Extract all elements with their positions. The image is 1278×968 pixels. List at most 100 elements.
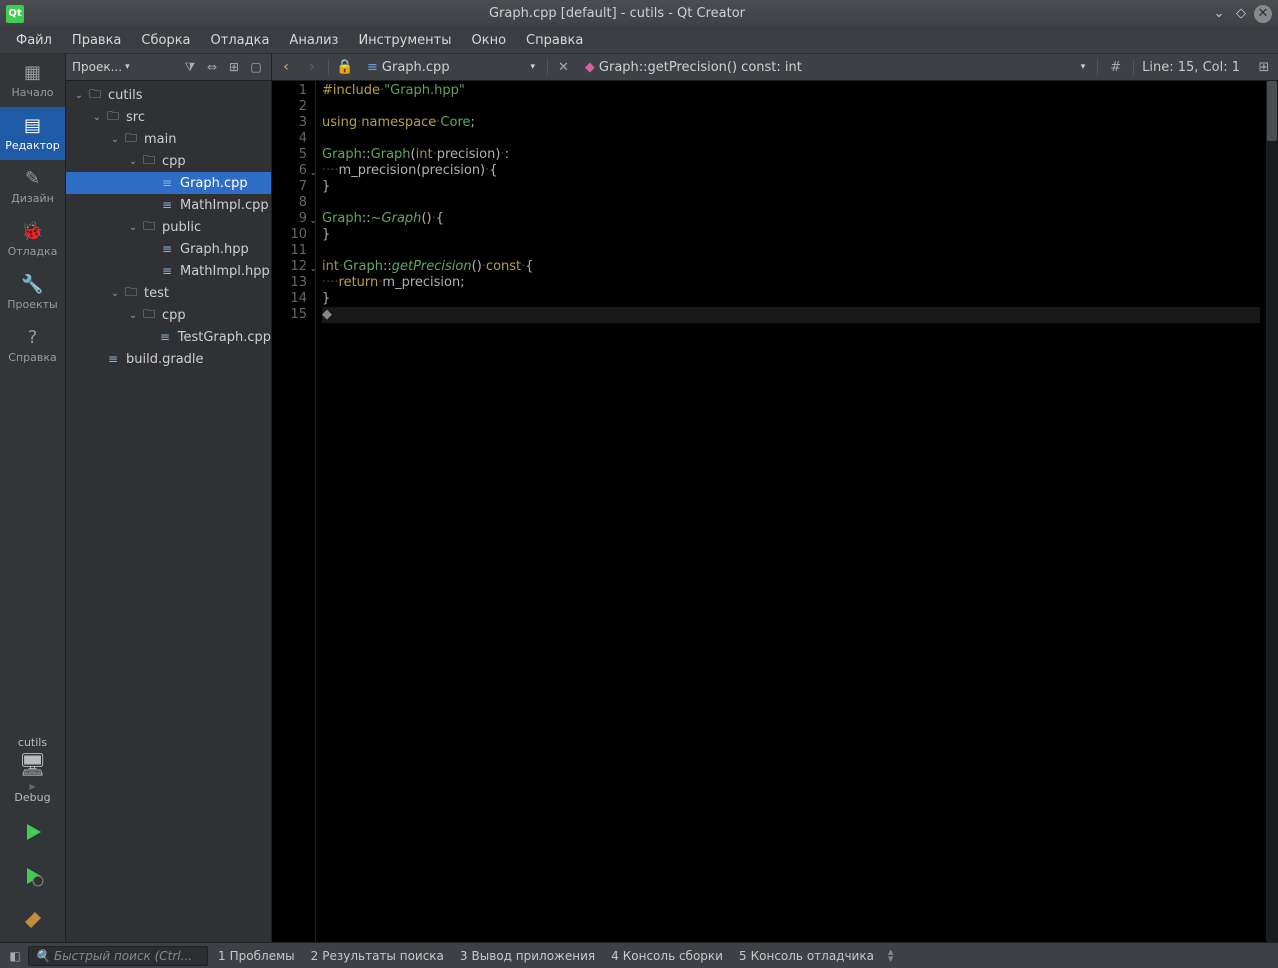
sidebar-view-selector[interactable]: Проек... ▾ [72,60,177,74]
lock-button[interactable]: 🔒 [335,59,355,75]
expand-arrow-icon[interactable]: ⌄ [108,134,122,145]
folder-icon: 🗀 [140,217,158,238]
tree-file[interactable]: ≡ TestGraph.cpp [66,326,271,348]
editor-toolbar: ‹ › 🔒 ≡ Graph.cpp ▾ ✕ ◆ Graph::getPrecis… [272,54,1278,81]
run-button[interactable] [0,810,65,854]
mode-label: Дизайн [11,192,54,205]
file-name: Graph.cpp [382,60,450,75]
tree-label: MathImpl.cpp [180,198,269,213]
tree-folder[interactable]: ⌄🗀 public [66,216,271,238]
chevron-down-icon: ▾ [1081,62,1086,72]
menu-analyze[interactable]: Анализ [279,29,348,52]
nav-forward-button[interactable]: › [302,59,322,75]
locator-placeholder: Быстрый поиск (Ctrl... [54,949,192,963]
expand-arrow-icon[interactable]: ⌄ [126,310,140,321]
tree-file[interactable]: ≡Graph.cpp [66,172,271,194]
tree-file[interactable]: ≡build.gradle [66,348,271,370]
output-pane-tab[interactable]: 2Результаты поиска [303,949,452,963]
tree-label: cpp [162,308,186,323]
expand-arrow-icon[interactable]: ⌄ [108,288,122,299]
menu-tools[interactable]: Инструменты [348,29,461,52]
output-pane-tab[interactable]: 4Консоль сборки [603,949,731,963]
file-icon: ≡ [156,330,174,344]
maximize-button[interactable]: ◇ [1232,5,1250,23]
link-button[interactable]: ⇔ [203,58,221,76]
titlebar: Qt Graph.cpp [default] - cutils - Qt Cre… [0,0,1278,27]
expand-arrow-icon[interactable]: ⌄ [72,90,86,101]
output-pane-tab[interactable]: 5Консоль отладчика [731,949,882,963]
mode-projects[interactable]: 🔧 Проекты [0,266,65,319]
tree-file[interactable]: ≡MathImpl.hpp [66,260,271,282]
tree-folder[interactable]: ⌄🗀test [66,282,271,304]
locator-input[interactable]: 🔍 Быстрый поиск (Ctrl... [28,946,208,966]
split-sidebar-button[interactable]: ⊞ [225,58,243,76]
project-tree[interactable]: ⌄🗀cutils⌄🗀src⌄🗀main⌄🗀cpp≡Graph.cpp≡MathI… [66,81,271,942]
tree-folder[interactable]: ⌄🗀src [66,106,271,128]
link-icon: ⇔ [207,60,217,74]
tree-label: Graph.cpp [180,176,248,191]
symbol-selector[interactable]: ◆ Graph::getPrecision() const: int ▾ [579,58,1091,77]
line-gutter[interactable]: 123456⌄789⌄101112⌄131415 [272,81,316,942]
kit-selector[interactable]: cutils 🖥 ▶ Debug [0,730,65,810]
tree-folder[interactable]: ⌄🗀 cpp [66,304,271,326]
build-button[interactable] [0,898,65,942]
output-pane-tab[interactable]: 3Вывод приложения [452,949,603,963]
grid-icon: ▦ [24,62,41,83]
line-col-indicator[interactable]: Line: 15, Col: 1 [1133,60,1248,75]
menu-debug[interactable]: Отладка [201,29,280,52]
folder-icon: 🗀 [140,305,158,326]
expand-arrow-icon[interactable]: ⌄ [126,222,140,233]
pane-nav[interactable]: ▲▼ [884,949,897,963]
tree-folder[interactable]: ⌄🗀main [66,128,271,150]
tree-label: cutils [108,88,142,103]
menu-build[interactable]: Сборка [131,29,200,52]
sidebar: Проек... ▾ ⧩ ⇔ ⊞ ▢ ⌄🗀cutils⌄🗀src⌄🗀main⌄🗀… [66,54,272,942]
code-content[interactable]: #include·"Graph.hpp"using·namespace·Core… [316,81,1266,942]
output-pane-tab[interactable]: 1Проблемы [210,949,303,963]
tree-label: TestGraph.cpp [178,330,271,345]
mode-design[interactable]: ✎ Дизайн [0,160,65,213]
minimize-button[interactable]: ⌄ [1210,5,1228,23]
file-selector[interactable]: ≡ Graph.cpp ▾ [361,58,541,77]
tree-folder[interactable]: ⌄🗀 cpp [66,150,271,172]
file-lines-icon: ≡ [367,60,378,75]
help-icon: ? [28,327,38,348]
kit-config: Debug [14,791,50,804]
expand-arrow-icon[interactable]: ⌄ [126,156,140,167]
vertical-scrollbar[interactable] [1266,81,1278,942]
editor-icon: ▤ [24,115,41,136]
split-editor-button[interactable]: ⊞ [1254,60,1274,75]
mode-debug[interactable]: 🐞 Отладка [0,213,65,266]
menu-window[interactable]: Окно [461,29,516,52]
scrollbar-thumb[interactable] [1267,81,1277,141]
menu-help[interactable]: Справка [516,29,593,52]
sidebar-icon: ◧ [9,949,20,963]
folder-icon: 🗀 [122,129,140,150]
close-file-button[interactable]: ✕ [554,60,573,75]
mode-editor[interactable]: ▤ Редактор [0,107,65,160]
mode-welcome[interactable]: ▦ Начало [0,54,65,107]
menubar: Файл Правка Сборка Отладка Анализ Инстру… [0,27,1278,54]
toggle-sidebar-button[interactable]: ◧ [4,946,26,966]
modebar: ▦ Начало ▤ Редактор ✎ Дизайн 🐞 Отладка 🔧… [0,54,66,942]
tree-label: public [162,220,201,235]
expand-arrow-icon[interactable]: ⌄ [90,112,104,123]
kit-project: cutils [18,736,47,749]
filter-button[interactable]: ⧩ [181,58,199,76]
nav-back-button[interactable]: ‹ [276,59,296,75]
run-debug-button[interactable] [0,854,65,898]
statusbar: ◧ 🔍 Быстрый поиск (Ctrl... 1Проблемы2Рез… [0,942,1278,968]
close-sidebar-button[interactable]: ▢ [247,58,265,76]
tree-label: cpp [162,154,186,169]
tree-file[interactable]: ≡Graph.hpp [66,238,271,260]
tree-file[interactable]: ≡MathImpl.cpp [66,194,271,216]
mode-help[interactable]: ? Справка [0,319,65,372]
folder-icon: 🗀 [140,151,158,172]
tree-folder[interactable]: ⌄🗀cutils [66,84,271,106]
bug-icon: 🐞 [21,221,43,242]
menu-edit[interactable]: Правка [62,29,131,52]
close-button[interactable]: ✕ [1254,5,1272,23]
diamond-icon: ◆ [585,60,595,75]
editor-body[interactable]: 123456⌄789⌄101112⌄131415 #include·"Graph… [272,81,1278,942]
menu-file[interactable]: Файл [6,29,62,52]
